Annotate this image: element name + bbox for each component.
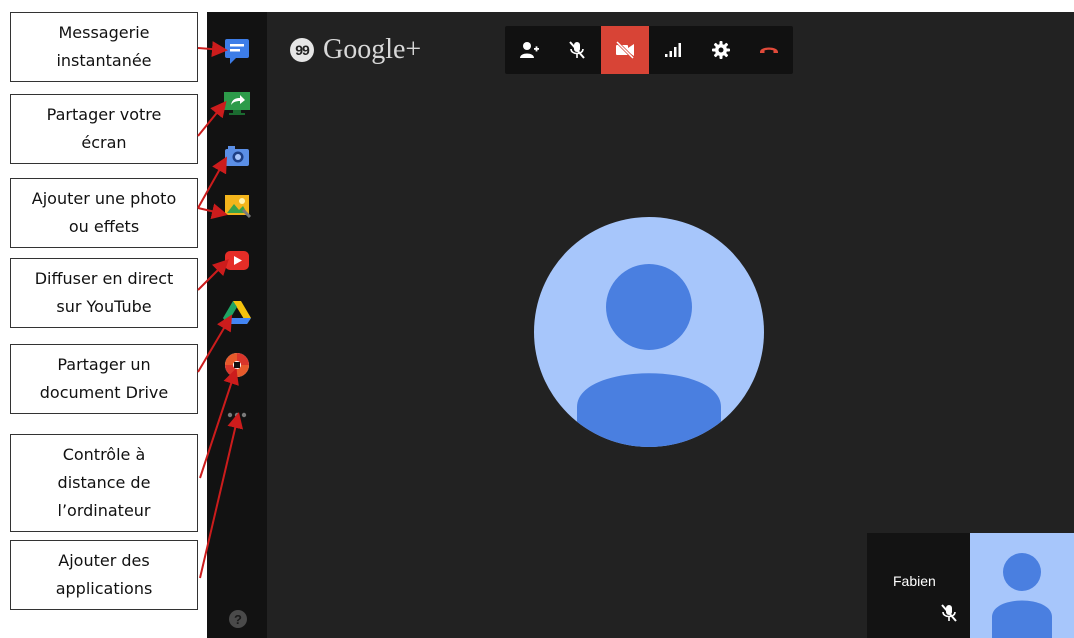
- annotation-arrows: [197, 41, 244, 579]
- arrow-camera: [197, 156, 227, 209]
- arrow-remote-desktop: [199, 368, 239, 479]
- arrow-youtube-live: [197, 259, 229, 291]
- arrow-photo-effects: [197, 203, 228, 220]
- arrow-share-screen: [197, 100, 227, 137]
- arrow-share-drive: [197, 314, 233, 373]
- arrow-add-apps: [199, 412, 244, 579]
- arrow-instant-messaging: [197, 41, 228, 58]
